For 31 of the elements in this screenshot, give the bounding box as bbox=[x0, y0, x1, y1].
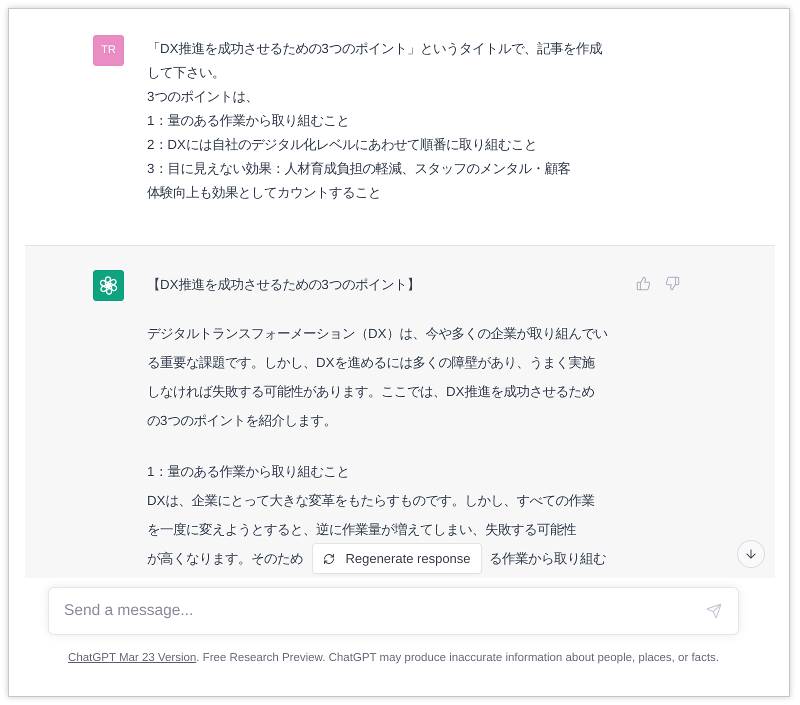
refresh-icon bbox=[323, 552, 336, 564]
knot-logo-icon bbox=[93, 270, 124, 301]
message-line: 体験向上も効果としてカウントすること bbox=[147, 184, 382, 202]
message-input[interactable]: Send a message... bbox=[48, 587, 739, 635]
message-line: が高くなります。そのため bbox=[147, 550, 303, 568]
like-button[interactable] bbox=[636, 276, 651, 291]
message-line: DXは、企業にとって大きな変革をもたらすものです。しかし、すべての作業 bbox=[147, 492, 596, 510]
user-avatar: TR bbox=[93, 35, 124, 66]
message-line: る重要な課題です。しかし、DXを進めるには多くの障壁があり、うまく実施 bbox=[147, 354, 596, 372]
message-line: 3つのポイントは、 bbox=[147, 88, 260, 106]
send-icon bbox=[706, 603, 722, 619]
regenerate-button[interactable]: Regenerate response bbox=[312, 543, 482, 574]
message-line: デジタルトランスフォーメーション（DX）は、今や多くの企業が取り組んでい bbox=[147, 325, 608, 343]
message-line: 2：DXには自社のデジタル化レベルにあわせて順番に取り組むこと bbox=[147, 136, 538, 154]
response-title: 【DX推進を成功させるための3つのポイント】 bbox=[147, 276, 421, 294]
message-line: 1：量のある作業から取り組むこと bbox=[147, 112, 350, 130]
message-line: る作業から取り組む bbox=[489, 550, 606, 568]
version-link[interactable]: ChatGPT Mar 23 Version bbox=[68, 652, 196, 664]
thumbs-up-icon bbox=[636, 276, 651, 291]
message-line: しなければ失敗する可能性があります。ここでは、DX推進を成功させるため bbox=[147, 383, 596, 401]
message-line: を一度に変えようとすると、逆に作業量が増えてしまい、失敗する可能性 bbox=[147, 521, 577, 539]
footer-disclaimer: ChatGPT Mar 23 Version. Free Research Preview. ChatGPT may produce inaccurate information about people, places, or facts. bbox=[67, 651, 720, 666]
message-line: 3：目に見えない効果：人材育成負担の軽減、スタッフのメンタル・顧客 bbox=[147, 160, 572, 178]
send-button[interactable] bbox=[706, 603, 722, 619]
message-line: の3つのポイントを紹介します。 bbox=[147, 412, 338, 430]
arrow-down-icon bbox=[744, 547, 758, 561]
message-line: 1：量のある作業から取り組むこと bbox=[147, 463, 350, 481]
thumbs-down-icon bbox=[665, 276, 680, 291]
dislike-button[interactable] bbox=[665, 276, 680, 291]
message-line: 「DX推進を成功させるための3つのポイント」というタイトルで、記事を作成 bbox=[147, 40, 602, 58]
message-line: して下さい。 bbox=[147, 64, 226, 82]
